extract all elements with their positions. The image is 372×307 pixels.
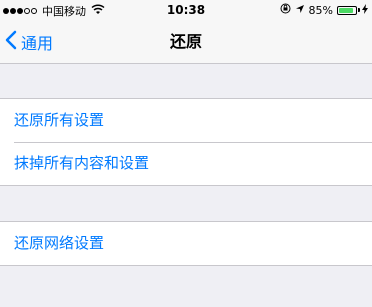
battery-cap bbox=[358, 8, 360, 12]
page-title: 还原 bbox=[169, 32, 202, 51]
battery-level-fill bbox=[339, 7, 353, 13]
back-button[interactable]: 通用 bbox=[5, 20, 53, 64]
chevron-left-icon bbox=[5, 30, 17, 54]
back-label: 通用 bbox=[21, 34, 54, 53]
navigation-bar: 通用 还原 bbox=[0, 20, 372, 64]
reset-group-2: 还原网络设置 bbox=[0, 221, 372, 266]
battery-percent: 85% bbox=[308, 3, 333, 17]
orientation-lock-icon bbox=[280, 3, 291, 17]
status-bar: 中国移动 10:38 85% bbox=[0, 0, 372, 20]
location-icon bbox=[295, 4, 305, 17]
reset-group-1: 还原所有设置 抹掉所有内容和设置 bbox=[0, 98, 372, 186]
battery-icon bbox=[337, 5, 357, 15]
erase-all-content-button[interactable]: 抹掉所有内容和设置 bbox=[0, 142, 372, 185]
reset-all-settings-button[interactable]: 还原所有设置 bbox=[0, 99, 372, 142]
reset-network-settings-button[interactable]: 还原网络设置 bbox=[0, 222, 372, 265]
charging-bolt-icon bbox=[362, 3, 368, 17]
status-right: 85% bbox=[276, 3, 368, 17]
